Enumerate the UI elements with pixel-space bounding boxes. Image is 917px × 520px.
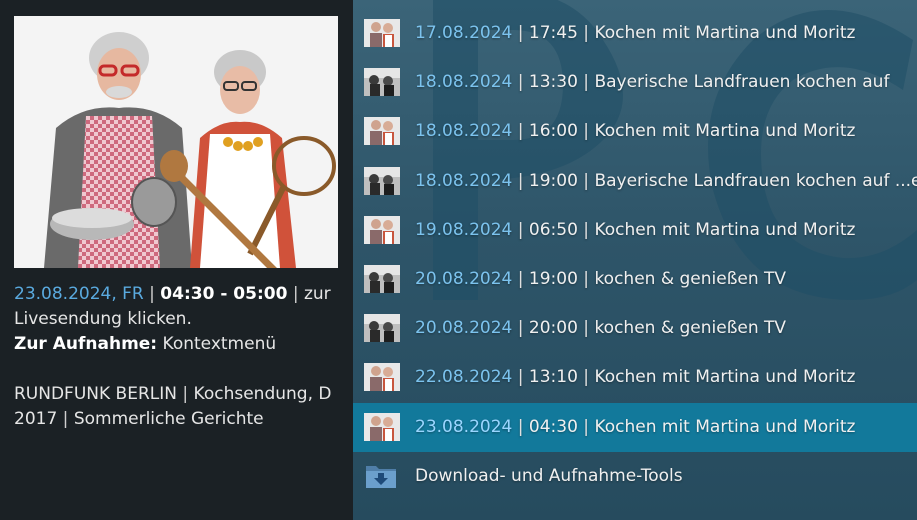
landfrauen-thumbnail <box>364 265 400 293</box>
list-item[interactable]: 18.08.2024 | 13:30 | Bayerische Landfrau… <box>353 58 917 107</box>
chefs-thumbnail <box>364 363 400 392</box>
item-title: Bayerische Landfrauen kochen auf <box>594 72 890 93</box>
separator: | <box>517 23 524 43</box>
program-date: 23.08.2024, FR <box>14 284 144 304</box>
item-date: 22.08.2024 <box>415 367 513 388</box>
item-title: Kochen mit Martina und Moritz <box>594 23 856 43</box>
item-date: 18.08.2024 <box>415 170 513 191</box>
separator: | <box>517 72 524 93</box>
item-time: 19:00 <box>528 269 578 289</box>
item-title: kochen & genießen TV <box>594 318 787 339</box>
item-date: 20.08.2024 <box>415 318 513 339</box>
item-date: 17.08.2024 <box>415 23 513 43</box>
chefs-thumbnail <box>364 412 400 441</box>
folder-download-icon <box>364 462 400 490</box>
separator: | <box>517 170 524 191</box>
item-title: Bayerische Landfrauen kochen auf ...ei <box>594 170 917 191</box>
separator: | <box>583 170 590 191</box>
list-item-text: 22.08.2024 | 13:10 | Kochen mit Martina … <box>415 353 855 402</box>
chefs-thumbnail <box>364 117 400 146</box>
list-item[interactable]: 23.08.2024 | 04:30 | Kochen mit Martina … <box>353 402 917 452</box>
list-item[interactable]: 19.08.2024 | 06:50 | Kochen mit Martina … <box>353 206 917 255</box>
item-title: Kochen mit Martina und Moritz <box>594 121 856 142</box>
program-info: 23.08.2024, FR | 04:30 - 05:00 | zur Liv… <box>14 282 344 432</box>
item-title: Kochen mit Martina und Moritz <box>594 367 856 388</box>
list-item-text: 20.08.2024 | 20:00 | kochen & genießen T… <box>415 304 786 353</box>
separator: | <box>583 269 590 289</box>
landfrauen-thumbnail <box>364 68 400 97</box>
item-time: 20:00 <box>528 318 578 339</box>
separator: | <box>517 416 524 437</box>
broadcast-list-panel: 17.08.2024 | 17:45 | Kochen mit Martina … <box>353 0 917 520</box>
list-item-text: 19.08.2024 | 06:50 | Kochen mit Martina … <box>415 206 855 255</box>
list-item-text: 18.08.2024 | 16:00 | Kochen mit Martina … <box>415 107 855 156</box>
item-time: 17:45 <box>528 23 578 43</box>
separator: | <box>583 219 590 240</box>
separator: | <box>583 121 590 142</box>
item-title: Kochen mit Martina und Moritz <box>594 416 856 437</box>
landfrauen-thumbnail <box>364 166 400 195</box>
program-thumbnail <box>14 16 338 268</box>
list-item-text: 20.08.2024 | 19:00 | kochen & genießen T… <box>415 255 786 304</box>
item-time: 13:10 <box>528 367 578 388</box>
separator: | <box>149 284 155 304</box>
separator: | <box>517 269 524 289</box>
separator: | <box>583 23 590 43</box>
program-subtitle: Sommerliche Gerichte <box>73 409 264 429</box>
item-title: Kochen mit Martina und Moritz <box>594 219 856 240</box>
list-item-text: 18.08.2024 | 13:30 | Bayerische Landfrau… <box>415 58 889 107</box>
separator: | <box>517 121 524 142</box>
separator: | <box>583 416 590 437</box>
record-value: Kontextmenü <box>162 334 277 354</box>
item-date: 23.08.2024 <box>415 416 513 437</box>
list-item[interactable]: 20.08.2024 | 20:00 | kochen & genießen T… <box>353 304 917 353</box>
separator: | <box>292 284 299 304</box>
item-time: 19:00 <box>528 170 578 191</box>
separator: | <box>517 219 524 240</box>
chefs-thumbnail <box>364 215 400 244</box>
list-item[interactable]: 18.08.2024 | 19:00 | Bayerische Landfrau… <box>353 157 917 206</box>
separator: | <box>517 367 524 388</box>
separator: | <box>583 367 590 388</box>
chefs-photo <box>14 16 338 268</box>
separator: | <box>583 72 590 93</box>
item-time: 13:30 <box>528 72 578 93</box>
detail-panel: 23.08.2024, FR | 04:30 - 05:00 | zur Liv… <box>0 0 353 520</box>
chefs-thumbnail <box>364 19 400 47</box>
list-item-text: 18.08.2024 | 19:00 | Bayerische Landfrau… <box>415 157 917 206</box>
tools-label: Download- und Aufnahme-Tools <box>415 466 683 486</box>
list-item[interactable]: 20.08.2024 | 19:00 | kochen & genießen T… <box>353 255 917 304</box>
landfrauen-thumbnail <box>364 314 400 343</box>
separator: | <box>583 318 590 339</box>
list-item[interactable]: 22.08.2024 | 13:10 | Kochen mit Martina … <box>353 353 917 402</box>
list-item-tools[interactable]: Download- und Aufnahme-Tools <box>353 452 917 501</box>
list-item-text: 17.08.2024 | 17:45 | Kochen mit Martina … <box>415 9 855 58</box>
item-date: 18.08.2024 <box>415 121 513 142</box>
channel-name: RUNDFUNK BERLIN <box>14 384 177 404</box>
program-time-range: 04:30 - 05:00 <box>160 284 288 304</box>
item-time: 04:30 <box>528 416 578 437</box>
separator: | <box>62 409 69 429</box>
item-time: 16:00 <box>528 121 578 142</box>
item-title: kochen & genießen TV <box>594 269 787 289</box>
item-date: 20.08.2024 <box>415 269 513 289</box>
list-item-text: 23.08.2024 | 04:30 | Kochen mit Martina … <box>415 403 855 452</box>
record-label: Zur Aufnahme: <box>14 334 158 354</box>
item-date: 19.08.2024 <box>415 219 513 240</box>
list-item[interactable]: 17.08.2024 | 17:45 | Kochen mit Martina … <box>353 9 917 58</box>
item-time: 06:50 <box>528 219 578 240</box>
list-item[interactable]: 18.08.2024 | 16:00 | Kochen mit Martina … <box>353 107 917 156</box>
separator: | <box>182 384 189 404</box>
item-date: 18.08.2024 <box>415 72 513 93</box>
separator: | <box>517 318 524 339</box>
